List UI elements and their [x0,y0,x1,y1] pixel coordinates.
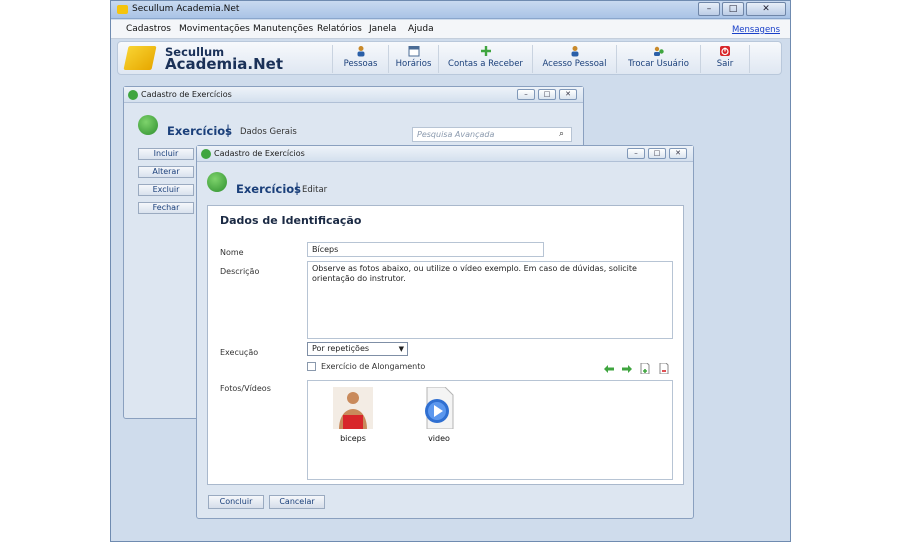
back-maximize-button[interactable]: □ [538,89,556,100]
back-minimize-button[interactable]: – [517,89,535,100]
secullum-logo-icon [123,46,157,70]
menu-bar: Cadastros Movimentações Manutenções Rela… [111,20,790,39]
media-item-video[interactable]: video [418,386,460,447]
advanced-search-input[interactable]: Pesquisa Avançada [412,127,572,142]
back-close-button[interactable]: ✕ [559,89,577,100]
window-title: Secullum Academia.Net [132,4,240,14]
chevron-down-icon: ▼ [398,345,404,353]
menu-manutencoes[interactable]: Manutenções [253,24,313,34]
excluir-button[interactable]: Excluir [138,184,194,196]
menu-janela[interactable]: Janela [369,24,396,34]
runner-icon [207,172,227,192]
front-window-titlebar: Cadastro de Exercícios – □ ✕ [197,146,693,162]
toolbar-horarios-button[interactable]: Horários [388,45,438,73]
media-list: biceps video [307,380,673,480]
toolbar-acesso-button[interactable]: Acesso Pessoal [532,45,616,73]
descricao-label: Descrição [220,267,260,276]
nome-field[interactable]: Bíceps [307,242,544,257]
descricao-field[interactable]: Observe as fotos abaixo, ou utilize o ví… [307,261,673,339]
alongamento-label: Exercício de Alongamento [321,362,426,371]
toolbar-sair-button[interactable]: Sair [700,45,750,73]
exit-icon [720,46,730,56]
toolbar-label: Pessoas [343,59,378,69]
minimize-button[interactable]: – [698,2,720,16]
search-icon: ⌕ [559,129,565,139]
back-heading: Exercícios [167,124,233,138]
app-icon [117,5,128,14]
execucao-select[interactable]: Por repetições ▼ [307,342,408,356]
remove-file-icon[interactable] [659,363,669,374]
calendar-icon [408,46,419,57]
exercise-app-icon [128,90,138,100]
section-title: Dados de Identificação [220,214,362,227]
front-window: Cadastro de Exercícios – □ ✕ Exercícios … [196,145,694,519]
menu-ajuda[interactable]: Ajuda [408,24,434,34]
back-subheading: Dados Gerais [240,127,297,137]
toolbar-pessoas-button[interactable]: Pessoas [332,45,388,73]
access-icon [571,46,578,57]
front-minimize-button[interactable]: – [627,148,645,159]
front-close-button[interactable]: ✕ [669,148,687,159]
nome-label: Nome [220,248,244,257]
front-maximize-button[interactable]: □ [648,148,666,159]
toolbar-label: Horários [395,59,432,69]
toolbar-contas-button[interactable]: Contas a Receber [438,45,532,73]
execucao-label: Execução [220,348,259,357]
runner-icon [138,115,158,135]
back-window-title: Cadastro de Exercícios [141,90,232,99]
media-name: biceps [340,434,366,443]
menu-cadastros[interactable]: Cadastros [126,24,171,34]
toolbar-label: Acesso Pessoal [542,59,607,69]
logo-text-2: Academia.Net [165,55,284,73]
heading-separator: | [295,181,300,195]
cancelar-button[interactable]: Cancelar [269,495,325,509]
messages-link[interactable]: Mensagens [732,25,780,35]
toolbar-label: Trocar Usuário [628,59,689,69]
fechar-button[interactable]: Fechar [138,202,194,214]
close-button[interactable]: ✕ [746,2,786,16]
arrow-left-icon[interactable] [604,365,614,373]
alongamento-checkbox[interactable] [307,362,316,371]
title-bar: Secullum Academia.Net – □ ✕ [111,1,790,19]
incluir-button[interactable]: Incluir [138,148,194,160]
heading-separator: | [226,123,231,137]
media-item-biceps[interactable]: biceps [332,387,374,447]
switch-user-icon [653,46,664,56]
people-icon [357,46,364,57]
toolbar-trocar-button[interactable]: Trocar Usuário [616,45,700,73]
maximize-button[interactable]: □ [722,2,744,16]
video-file-icon [425,386,454,430]
add-file-icon[interactable] [640,363,650,374]
front-heading: Exercícios [236,182,302,196]
toolbar: Secullum Academia.Net Pessoas Horários C… [117,41,782,75]
alterar-button[interactable]: Alterar [138,166,194,178]
arrow-right-icon[interactable] [622,365,632,373]
concluir-button[interactable]: Concluir [208,495,264,509]
back-window-titlebar: Cadastro de Exercícios – □ ✕ [124,87,583,103]
menu-movimentacoes[interactable]: Movimentações [179,24,250,34]
photo-thumbnail-icon [333,387,373,429]
toolbar-label: Contas a Receber [448,59,523,69]
exercise-app-icon [201,149,211,159]
front-subheading: Editar [302,185,328,195]
execucao-value: Por repetições [312,344,370,353]
form-panel: Dados de Identificação Nome Bíceps Descr… [207,205,684,485]
front-window-title: Cadastro de Exercícios [214,149,305,158]
media-name: video [428,434,450,443]
toolbar-label: Sair [716,59,734,69]
menu-relatorios[interactable]: Relatórios [317,24,362,34]
money-icon [480,46,491,56]
fotos-label: Fotos/Vídeos [220,384,271,393]
